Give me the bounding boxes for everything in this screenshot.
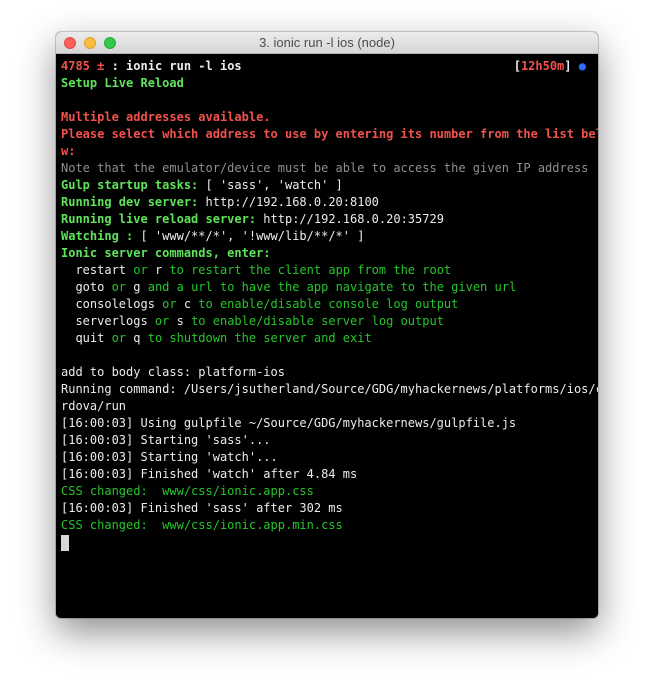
status-dot-icon: ●: [578, 59, 586, 73]
title-bar[interactable]: 3. ionic run -l ios (node): [56, 32, 598, 54]
cmd-desc: to enable/disable server log output: [183, 314, 444, 328]
cmd-short: g: [133, 280, 141, 294]
select-line-1: Please select which address to use by en…: [61, 127, 598, 141]
cmd-short: c: [183, 297, 192, 311]
gulp-tasks-line: Gulp startup tasks: [ 'sass', 'watch' ]: [61, 177, 598, 194]
running-command-line-2: rdova/run: [61, 399, 127, 413]
cmd-short: s: [176, 314, 184, 328]
cursor-line: [61, 534, 598, 551]
cmd-desc: to restart the client app from the root: [162, 263, 452, 277]
cmd-desc: and a url to have the app navigate to th…: [140, 280, 517, 294]
css-changed-line: CSS changed: www/css/ionic.app.css: [61, 484, 314, 498]
select-line-2: w:: [61, 144, 76, 158]
live-value: http://192.168.0.20:35729: [256, 212, 444, 226]
dev-server-line: Running dev server: http://192.168.0.20:…: [61, 194, 598, 211]
dev-value: http://192.168.0.20:8100: [198, 195, 379, 209]
text-cursor: [61, 535, 69, 551]
terminal-output[interactable]: 4785 ± : ionic run -l ios [12h50m] ● Set…: [56, 54, 598, 618]
body-class-line: add to body class: platform-ios: [61, 365, 285, 379]
multi-address-line: Multiple addresses available.: [61, 110, 271, 124]
command-restart: restart or r to restart the client app f…: [61, 262, 598, 279]
watch-label: Watching :: [61, 229, 134, 243]
watch-value: [ 'www/**/*', '!www/lib/**/*' ]: [133, 229, 365, 243]
cmd-desc: to shutdown the server and exit: [140, 331, 372, 345]
cmd-or: or: [154, 297, 184, 311]
cmd-key: quit: [61, 331, 105, 345]
command-serverlogs: serverlogs or s to enable/disable server…: [61, 313, 598, 330]
setup-line: Setup Live Reload: [61, 76, 184, 90]
cmd-key: serverlogs: [61, 314, 148, 328]
gulp-value: [ 'sass', 'watch' ]: [198, 178, 343, 192]
log-line: [16:00:03] Finished 'sass' after 302 ms: [61, 501, 343, 515]
window-title: 3. ionic run -l ios (node): [259, 35, 395, 50]
cmd-key: goto: [61, 280, 105, 294]
log-line: [16:00:03] Using gulpfile ~/Source/GDG/m…: [61, 416, 517, 430]
live-label: Running live reload server:: [61, 212, 257, 226]
cmd-key: consolelogs: [61, 297, 155, 311]
watching-line: Watching : [ 'www/**/*', '!www/lib/**/*'…: [61, 228, 598, 245]
css-changed-line: CSS changed: www/css/ionic.app.min.css: [61, 518, 343, 532]
note-line: Note that the emulator/device must be ab…: [61, 161, 589, 175]
log-line: [16:00:03] Starting 'sass'...: [61, 433, 271, 447]
cmd-key: restart: [61, 263, 127, 277]
terminal-window: 3. ionic run -l ios (node) 4785 ± : ioni…: [56, 32, 598, 618]
commands-header: Ionic server commands, enter:: [61, 246, 271, 260]
prompt-git-symbol: ±: [97, 59, 105, 73]
dev-label: Running dev server:: [61, 195, 199, 209]
log-line: [16:00:03] Starting 'watch'...: [61, 450, 278, 464]
timer-bracket-open: [: [513, 59, 521, 73]
live-reload-line: Running live reload server: http://192.1…: [61, 211, 598, 228]
prompt-pid: 4785: [61, 59, 90, 73]
cmd-or: or: [104, 280, 134, 294]
command-consolelogs: consolelogs or c to enable/disable conso…: [61, 296, 598, 313]
cmd-or: or: [147, 314, 177, 328]
running-command-line-1: Running command: /Users/jsutherland/Sour…: [61, 382, 598, 396]
cmd-short: q: [133, 331, 141, 345]
command-goto: goto or g and a url to have the app navi…: [61, 279, 598, 296]
timer-bracket-close: ]: [564, 59, 572, 73]
prompt-command: : ionic run -l ios: [111, 59, 242, 73]
gulp-label: Gulp startup tasks:: [61, 178, 199, 192]
cmd-or: or: [104, 331, 134, 345]
prompt-timer: [12h50m] ●: [514, 58, 586, 75]
cmd-desc: to enable/disable console log output: [191, 297, 459, 311]
cmd-or: or: [126, 263, 155, 277]
log-line: [16:00:03] Finished 'watch' after 4.84 m…: [61, 467, 358, 481]
command-quit: quit or q to shutdown the server and exi…: [61, 330, 598, 347]
timer-value: 12h50m: [520, 59, 565, 73]
